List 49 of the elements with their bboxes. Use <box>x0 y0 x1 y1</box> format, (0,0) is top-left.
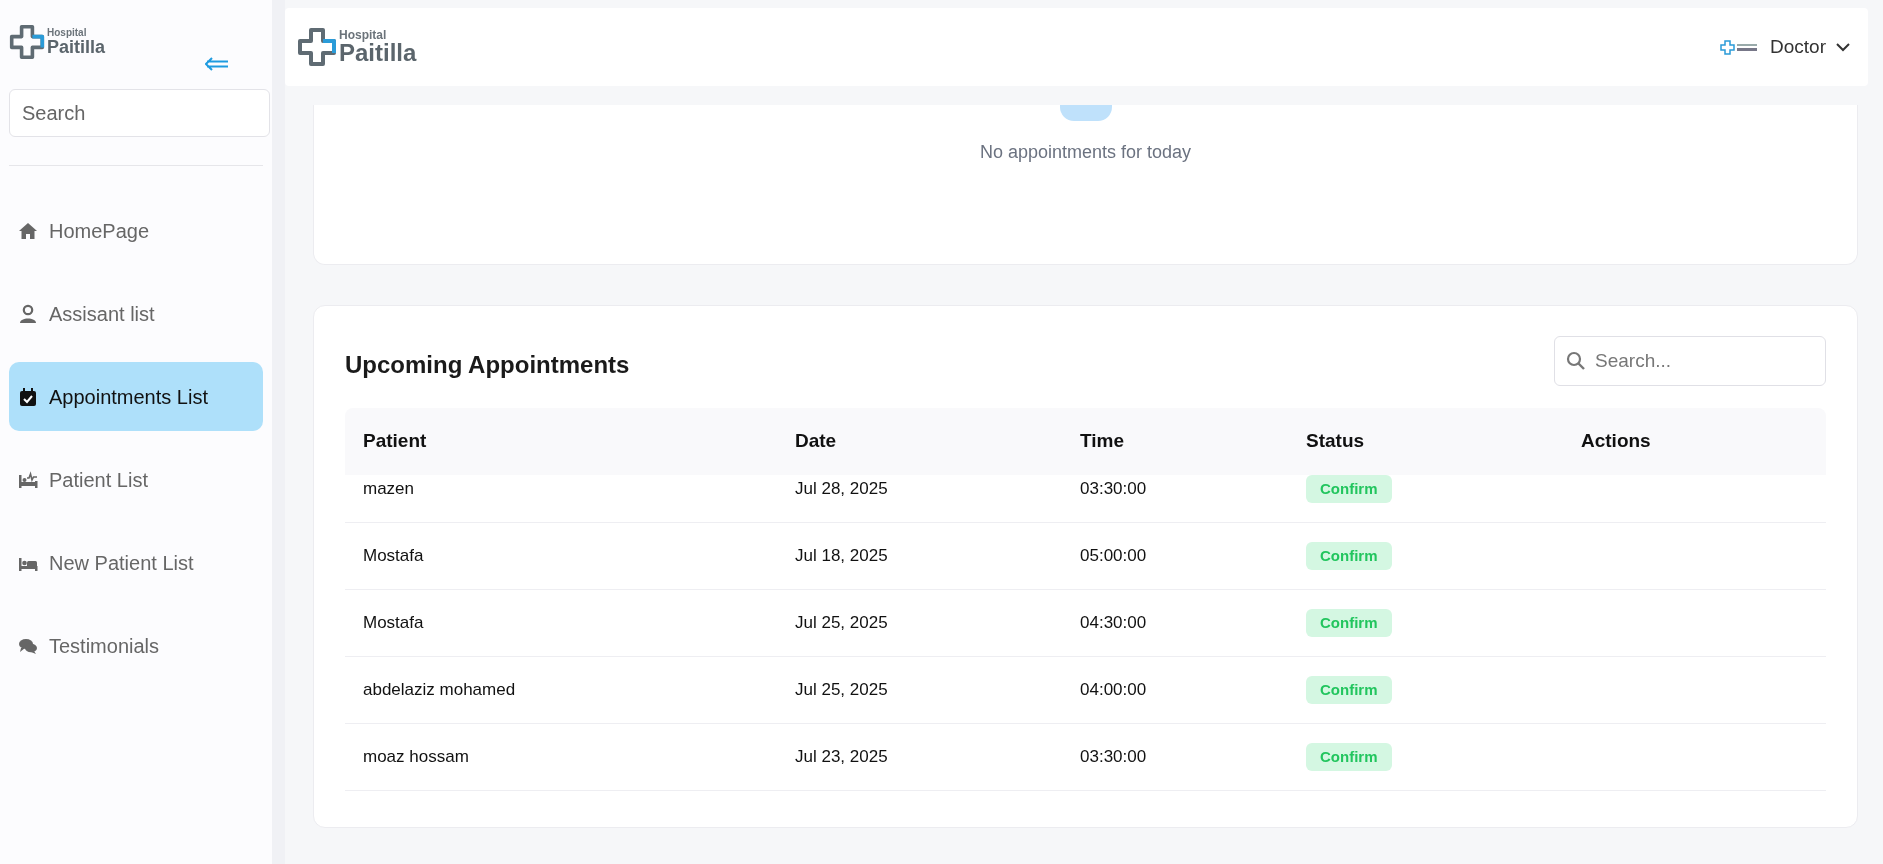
logo-subtitle: Hospital <box>339 29 388 41</box>
table-cell-text: 04:00:00 <box>1080 679 1148 702</box>
collapse-arrow-icon[interactable] <box>205 57 229 71</box>
search-icon <box>1566 351 1586 371</box>
column-header: Patient <box>362 429 428 454</box>
nav-item[interactable]: Assisant list <box>9 279 263 348</box>
table-cell-text: Mostafa <box>362 612 425 635</box>
nav-item[interactable]: New Patient List <box>9 528 263 597</box>
nav-item[interactable]: Testimonials <box>9 611 263 680</box>
search-field[interactable]: Search <box>9 89 270 137</box>
column-header: Date <box>795 429 838 454</box>
status-badge: Confirm <box>1306 475 1392 504</box>
status-badge: Confirm <box>1306 675 1392 705</box>
table-cell-text: 05:00:00 <box>1080 545 1148 568</box>
home-icon <box>17 220 39 241</box>
column-header: Actions <box>1581 429 1652 454</box>
table-cell-text: 03:30:00 <box>1080 746 1148 769</box>
column-header: Status <box>1306 429 1366 454</box>
status-badge: Confirm <box>1306 608 1392 638</box>
table-cell-text: mazen <box>362 478 416 501</box>
nav-item[interactable]: Appointments List <box>9 362 263 431</box>
logo-subtitle: Hospital <box>47 28 88 38</box>
nav-item[interactable]: Patient List <box>9 445 263 514</box>
table-cell-text: Mostafa <box>362 545 425 568</box>
status-badge: Confirm <box>1306 541 1392 571</box>
calendar-check-icon <box>17 386 39 407</box>
table-cell-text: moaz hossam <box>362 746 470 769</box>
table-cell-text: Jul 28, 2025 <box>795 478 889 501</box>
search-field[interactable]: Search... <box>1554 336 1826 386</box>
status-badge: Confirm <box>1306 742 1392 772</box>
nav-item[interactable]: HomePage <box>9 196 263 265</box>
user-name[interactable]: Doctor <box>1770 32 1826 62</box>
logo-title: Paitilla <box>339 41 417 65</box>
table-cell-text: 03:30:00 <box>1080 478 1148 501</box>
empty-message: No appointments for today <box>979 141 1192 164</box>
section-title: Upcoming Appointments <box>345 350 630 380</box>
table-cell-text: Jul 25, 2025 <box>795 679 889 702</box>
table-cell-text: 04:30:00 <box>1080 612 1148 635</box>
column-header: Time <box>1080 429 1125 454</box>
table-cell-text: abdelaziz mohamed <box>362 679 517 702</box>
table-cell-text: Jul 25, 2025 <box>795 612 889 635</box>
cross-logo-icon <box>297 27 337 67</box>
logo-title: Paitilla <box>47 38 106 56</box>
table-cell-text: Jul 23, 2025 <box>795 746 889 769</box>
user-icon <box>17 303 39 324</box>
table-cell-text: Jul 18, 2025 <box>795 545 889 568</box>
bed-pulse-icon <box>17 469 39 490</box>
chevron-down-icon[interactable] <box>1836 42 1850 52</box>
cross-logo-icon <box>9 24 45 60</box>
